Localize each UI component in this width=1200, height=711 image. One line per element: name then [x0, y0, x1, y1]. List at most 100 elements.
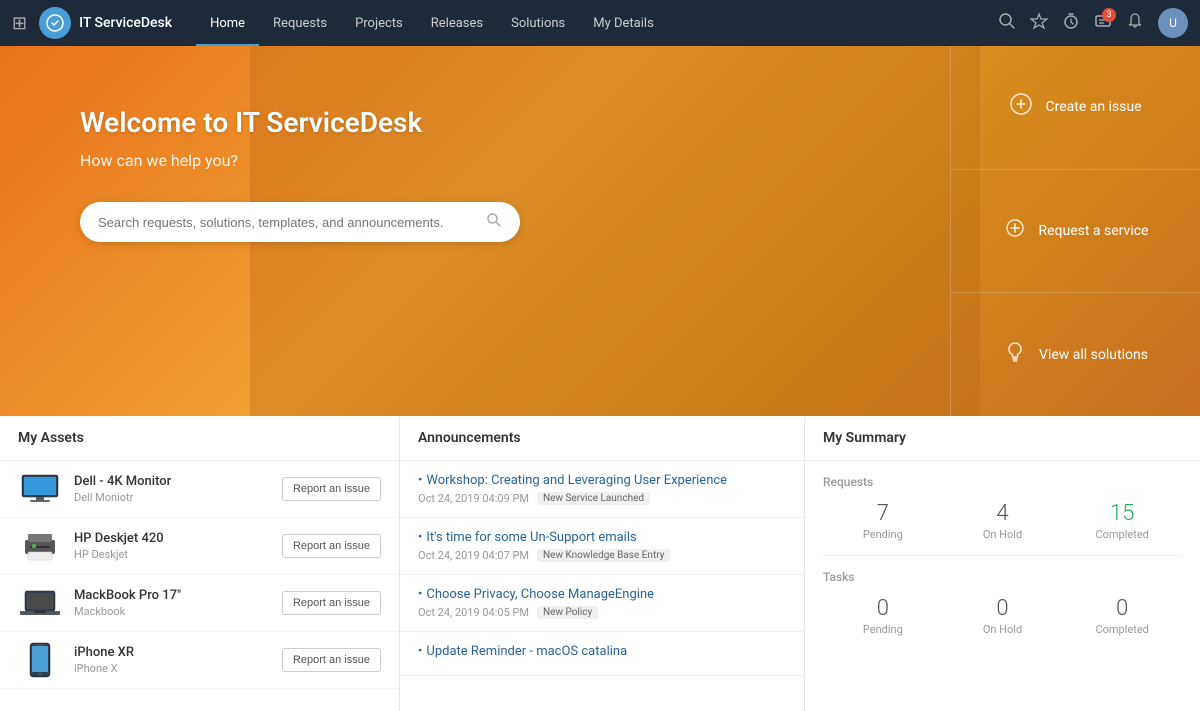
view-solutions-button[interactable]: View all solutions	[950, 293, 1200, 416]
report-issue-btn-printer[interactable]: Report an issue	[282, 534, 381, 558]
requests-completed-stat: 15 Completed	[1062, 501, 1182, 541]
create-issue-button[interactable]: Create an issue	[950, 46, 1200, 170]
announcement-item-1[interactable]: It's time for some Un-Support emails Oct…	[400, 518, 804, 575]
asset-name-laptop: MackBook Pro 17"	[74, 588, 270, 603]
requests-pending-stat: 7 Pending	[823, 501, 943, 541]
user-avatar[interactable]: U	[1158, 8, 1188, 38]
report-issue-btn-laptop[interactable]: Report an issue	[282, 591, 381, 615]
asset-item-printer: HP Deskjet 420 HP Deskjet Report an issu…	[0, 518, 399, 575]
requests-stats: 7 Pending 4 On Hold 15 Completed	[823, 501, 1182, 541]
asset-name-printer: HP Deskjet 420	[74, 531, 270, 546]
nav-home[interactable]: Home	[196, 0, 259, 46]
announcement-title-1: It's time for some Un-Support emails	[418, 530, 786, 545]
asset-name-monitor: Dell - 4K Monitor	[74, 474, 270, 489]
tasks-summary: Tasks 0 Pending 0 On Hold 0 Completed	[805, 556, 1200, 650]
hero-subtitle: How can we help you?	[80, 151, 900, 170]
tasks-stats: 0 Pending 0 On Hold 0 Completed	[823, 596, 1182, 636]
announcement-title-0: Workshop: Creating and Leveraging User E…	[418, 473, 786, 488]
requests-completed-value: 15	[1062, 501, 1182, 526]
tasks-pending-stat: 0 Pending	[823, 596, 943, 636]
search-icon	[486, 212, 502, 232]
search-input[interactable]	[98, 215, 486, 230]
announcements-panel: Announcements Workshop: Creating and Lev…	[400, 416, 805, 711]
nav-requests[interactable]: Requests	[259, 0, 341, 46]
asset-name-phone: iPhone XR	[74, 645, 270, 660]
tickets-icon[interactable]: 3	[1094, 12, 1112, 35]
announcement-date-0: Oct 24, 2019 04:09 PM	[418, 492, 529, 505]
top-navigation: ⊞ IT ServiceDesk Home Requests Projects …	[0, 0, 1200, 46]
report-issue-btn-monitor[interactable]: Report an issue	[282, 477, 381, 501]
printer-icon	[18, 528, 62, 564]
tasks-completed-stat: 0 Completed	[1062, 596, 1182, 636]
logo-icon	[39, 7, 71, 39]
asset-info-laptop: MackBook Pro 17" Mackbook	[74, 588, 270, 618]
announcement-list: Workshop: Creating and Leveraging User E…	[400, 461, 804, 711]
announcement-item-3[interactable]: Update Reminder - macOS catalina	[400, 632, 804, 676]
hero-search-bar[interactable]	[80, 202, 520, 242]
bulb-icon	[1003, 340, 1027, 370]
bell-icon[interactable]	[1126, 12, 1144, 35]
search-icon[interactable]	[998, 12, 1016, 35]
announcement-date-1: Oct 24, 2019 04:07 PM	[418, 549, 529, 562]
announcement-title-2: Choose Privacy, Choose ManageEngine	[418, 587, 786, 602]
nav-menu: Home Requests Projects Releases Solution…	[196, 0, 990, 46]
asset-sub-monitor: Dell Moniotr	[74, 491, 270, 504]
create-issue-label: Create an issue	[1045, 99, 1141, 115]
app-name-label: IT ServiceDesk	[79, 15, 172, 31]
requests-pending-value: 7	[823, 501, 943, 526]
hero-content: Welcome to IT ServiceDesk How can we hel…	[0, 46, 950, 416]
announcement-item-2[interactable]: Choose Privacy, Choose ManageEngine Oct …	[400, 575, 804, 632]
laptop-icon	[18, 585, 62, 621]
request-service-icon	[1003, 216, 1027, 246]
my-assets-header: My Assets	[0, 416, 399, 461]
announcement-tag-1: New Knowledge Base Entry	[537, 549, 670, 562]
my-summary-panel: My Summary Requests 7 Pending 4 On Hold …	[805, 416, 1200, 711]
report-issue-btn-phone[interactable]: Report an issue	[282, 648, 381, 672]
hero-title: Welcome to IT ServiceDesk	[80, 106, 900, 139]
app-logo[interactable]: IT ServiceDesk	[39, 7, 172, 39]
announcement-tag-0: New Service Launched	[537, 492, 650, 505]
asset-item-laptop: MackBook Pro 17" Mackbook Report an issu…	[0, 575, 399, 632]
hero-section: Welcome to IT ServiceDesk How can we hel…	[0, 46, 1200, 416]
bottom-section: My Assets Dell - 4K Monitor Dell Moniotr…	[0, 416, 1200, 711]
tasks-on-hold-label: On Hold	[943, 623, 1063, 636]
requests-on-hold-stat: 4 On Hold	[943, 501, 1063, 541]
notification-badge: 3	[1102, 8, 1116, 22]
announcement-meta-2: Oct 24, 2019 04:05 PM New Policy	[418, 606, 786, 619]
asset-sub-printer: HP Deskjet	[74, 548, 270, 561]
nav-my-details[interactable]: My Details	[579, 0, 668, 46]
asset-info-monitor: Dell - 4K Monitor Dell Moniotr	[74, 474, 270, 504]
tasks-pending-label: Pending	[823, 623, 943, 636]
asset-info-printer: HP Deskjet 420 HP Deskjet	[74, 531, 270, 561]
tasks-on-hold-value: 0	[943, 596, 1063, 621]
requests-label: Requests	[823, 475, 1182, 489]
phone-icon	[18, 642, 62, 678]
topnav-right-icons: 3 U	[998, 8, 1188, 38]
grid-icon[interactable]: ⊞	[12, 13, 27, 34]
asset-item-phone: iPhone XR iPhone X Report an issue	[0, 632, 399, 689]
rewards-icon[interactable]	[1030, 12, 1048, 35]
announcement-meta-1: Oct 24, 2019 04:07 PM New Knowledge Base…	[418, 549, 786, 562]
asset-item-monitor: Dell - 4K Monitor Dell Moniotr Report an…	[0, 461, 399, 518]
asset-list: Dell - 4K Monitor Dell Moniotr Report an…	[0, 461, 399, 711]
monitor-icon	[18, 471, 62, 507]
tasks-completed-label: Completed	[1062, 623, 1182, 636]
tasks-on-hold-stat: 0 On Hold	[943, 596, 1063, 636]
nav-projects[interactable]: Projects	[341, 0, 417, 46]
nav-solutions[interactable]: Solutions	[497, 0, 579, 46]
requests-pending-label: Pending	[823, 528, 943, 541]
announcement-date-2: Oct 24, 2019 04:05 PM	[418, 606, 529, 619]
request-service-button[interactable]: Request a service	[950, 170, 1200, 294]
my-assets-panel: My Assets Dell - 4K Monitor Dell Moniotr…	[0, 416, 400, 711]
timer-icon[interactable]	[1062, 12, 1080, 35]
request-service-label: Request a service	[1039, 223, 1149, 239]
tasks-completed-value: 0	[1062, 596, 1182, 621]
announcement-meta-0: Oct 24, 2019 04:09 PM New Service Launch…	[418, 492, 786, 505]
asset-info-phone: iPhone XR iPhone X	[74, 645, 270, 675]
announcements-header: Announcements	[400, 416, 804, 461]
nav-releases[interactable]: Releases	[417, 0, 497, 46]
tasks-pending-value: 0	[823, 596, 943, 621]
announcement-item-0[interactable]: Workshop: Creating and Leveraging User E…	[400, 461, 804, 518]
create-issue-icon	[1009, 92, 1033, 122]
requests-on-hold-value: 4	[943, 501, 1063, 526]
